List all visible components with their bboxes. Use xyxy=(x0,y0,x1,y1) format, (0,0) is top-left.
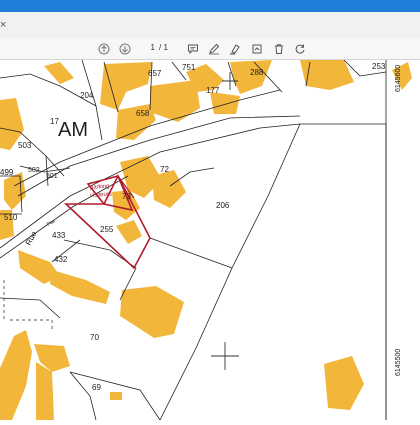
window-title-bar xyxy=(0,0,420,12)
parcel-number: 432 xyxy=(54,255,68,264)
parcel-number: 502 xyxy=(28,167,40,174)
fill-sign-icon xyxy=(252,44,262,54)
parcel-number: 69 xyxy=(92,383,101,392)
parcel-number: 177 xyxy=(206,86,220,95)
delete-button[interactable] xyxy=(272,38,286,60)
previous-page-button[interactable] xyxy=(97,38,111,60)
parcel-number: 433 xyxy=(52,231,66,240)
page-total-label: / 1 xyxy=(159,43,168,52)
parcel-number: 288 xyxy=(250,68,264,77)
parcel-number: 253 xyxy=(372,62,386,71)
parcel-number: 499 xyxy=(0,168,14,177)
parcel-number: 17 xyxy=(50,117,59,126)
comment-button[interactable] xyxy=(186,38,200,60)
arrow-up-icon xyxy=(98,43,110,55)
tab-strip xyxy=(0,12,420,38)
next-page-button[interactable] xyxy=(118,38,132,60)
parcel-number: 501 xyxy=(46,173,58,180)
parcel-number: 255 xyxy=(100,225,114,234)
fill-sign-button[interactable] xyxy=(250,38,264,60)
coordinate-label-bottom: 6145500 xyxy=(395,349,402,376)
rotate-icon xyxy=(295,44,305,54)
parcel-number: 73 xyxy=(122,192,131,201)
parcel-number: 206 xyxy=(216,201,230,210)
trash-icon xyxy=(275,44,283,54)
parcel-number: 510 xyxy=(4,213,18,222)
parcel-number: 72 xyxy=(160,165,169,174)
cadastral-map: AM Rue parking visiteurs 6145600 6145500… xyxy=(0,59,420,421)
parcel-number: 503 xyxy=(18,141,32,150)
tab-close-icon[interactable]: × xyxy=(0,12,10,38)
draw-button[interactable] xyxy=(207,38,221,60)
rotate-button[interactable] xyxy=(293,38,307,60)
page-number-input[interactable]: 1 xyxy=(140,40,156,56)
parcel-number: 657 xyxy=(148,69,162,78)
coordinate-label-top: 6145600 xyxy=(395,65,402,92)
section-label: AM xyxy=(58,119,88,141)
parcel-number: 204 xyxy=(80,91,94,100)
highlight-icon xyxy=(230,44,240,55)
arrow-down-icon xyxy=(119,43,131,55)
parcel-number: 751 xyxy=(182,63,196,72)
comment-icon xyxy=(188,44,198,55)
draw-icon xyxy=(209,43,220,55)
parcel-number: 70 xyxy=(90,333,99,342)
parcel-number: 658 xyxy=(136,109,150,118)
cadastral-map-page[interactable]: AM Rue parking visiteurs 6145600 6145500… xyxy=(0,59,420,421)
highlight-button[interactable] xyxy=(228,38,242,60)
